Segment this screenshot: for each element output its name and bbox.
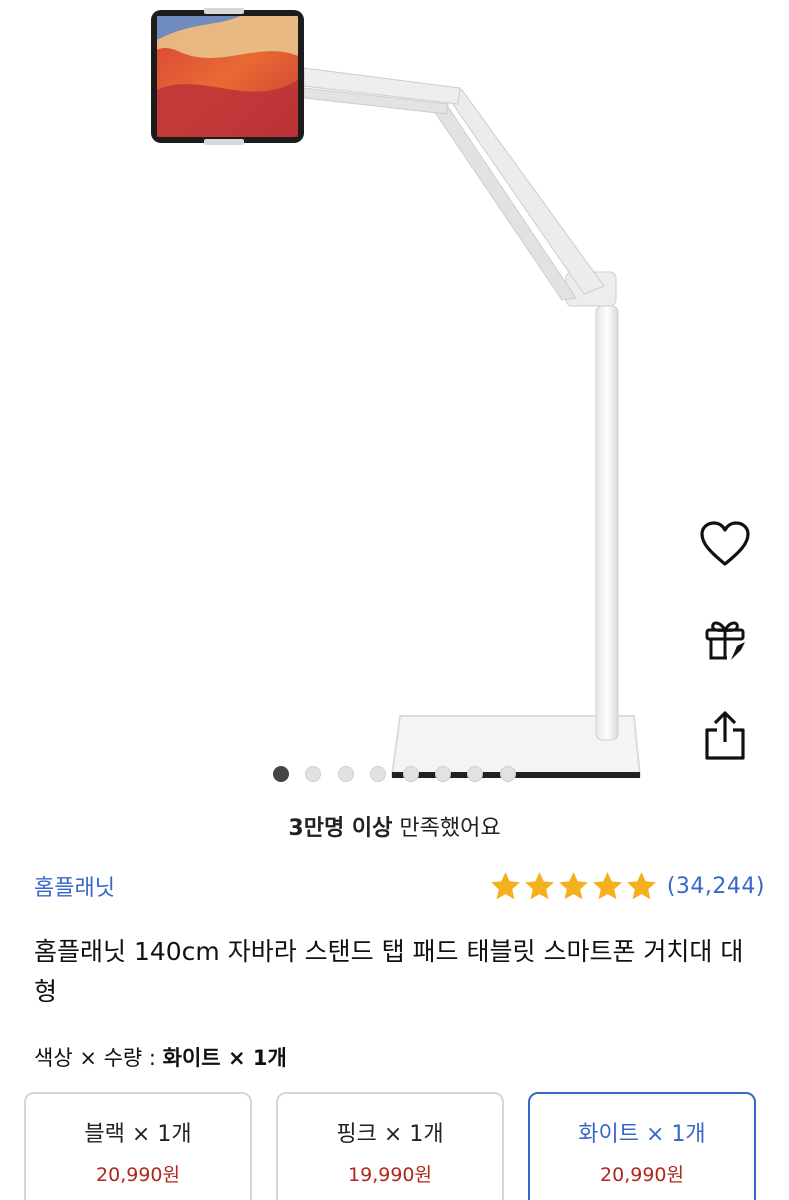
star-icon [592, 871, 622, 899]
star-icon [626, 871, 656, 899]
pagination-dot[interactable] [273, 766, 289, 782]
pagination-dot[interactable] [500, 766, 516, 782]
pagination-dot[interactable] [403, 766, 419, 782]
option-summary-selected: 화이트 × 1개 [162, 1046, 287, 1070]
heart-icon [700, 521, 750, 566]
pagination-dot[interactable] [370, 766, 386, 782]
option-name: 핑크 × 1개 [336, 1122, 444, 1147]
option-white[interactable]: 화이트 × 1개 20,990원 [528, 1092, 756, 1200]
option-price: 19,990원 [348, 1164, 432, 1186]
star-icon [558, 871, 588, 899]
tablet-stand-illustration [151, 8, 642, 778]
option-price: 20,990원 [96, 1164, 180, 1186]
pagination-dot[interactable] [338, 766, 354, 782]
review-count-link[interactable]: (34,244) [667, 874, 765, 899]
satisfaction-highlight: 3만명 이상 [288, 816, 393, 841]
star-icon [490, 871, 520, 899]
share-button[interactable] [697, 708, 753, 764]
product-title: 홈플래닛 140cm 자바라 스탠드 탭 패드 태블릿 스마트폰 거치대 대형 [34, 937, 744, 1006]
share-icon [705, 711, 745, 760]
pagination-dot[interactable] [467, 766, 483, 782]
option-black[interactable]: 블랙 × 1개 20,990원 [24, 1092, 252, 1200]
option-name: 블랙 × 1개 [84, 1122, 192, 1147]
option-summary: 색상 × 수량 : 화이트 × 1개 [34, 1042, 287, 1072]
brand-rating-row: 홈플래닛 (34,244) [34, 868, 765, 904]
option-summary-label: 색상 × 수량 : [34, 1046, 156, 1070]
satisfaction-message: 3만명 이상 만족했어요 [0, 810, 789, 842]
pagination-dot[interactable] [305, 766, 321, 782]
product-image[interactable] [0, 0, 789, 800]
option-selector: 블랙 × 1개 20,990원 핑크 × 1개 19,990원 화이트 × 1개… [24, 1092, 756, 1200]
rating[interactable]: (34,244) [489, 870, 765, 903]
pagination-dot[interactable] [435, 766, 451, 782]
gift-button[interactable] [697, 612, 753, 668]
option-price: 20,990원 [600, 1164, 684, 1186]
star-icon [524, 871, 554, 899]
wishlist-button[interactable] [697, 516, 753, 572]
option-name: 화이트 × 1개 [578, 1122, 706, 1147]
side-actions [697, 516, 753, 804]
option-pink[interactable]: 핑크 × 1개 19,990원 [276, 1092, 504, 1200]
star-rating [489, 870, 659, 903]
brand-link[interactable]: 홈플래닛 [34, 870, 115, 902]
gift-icon [705, 621, 745, 660]
satisfaction-text: 만족했어요 [399, 816, 501, 841]
image-pagination [0, 766, 789, 784]
